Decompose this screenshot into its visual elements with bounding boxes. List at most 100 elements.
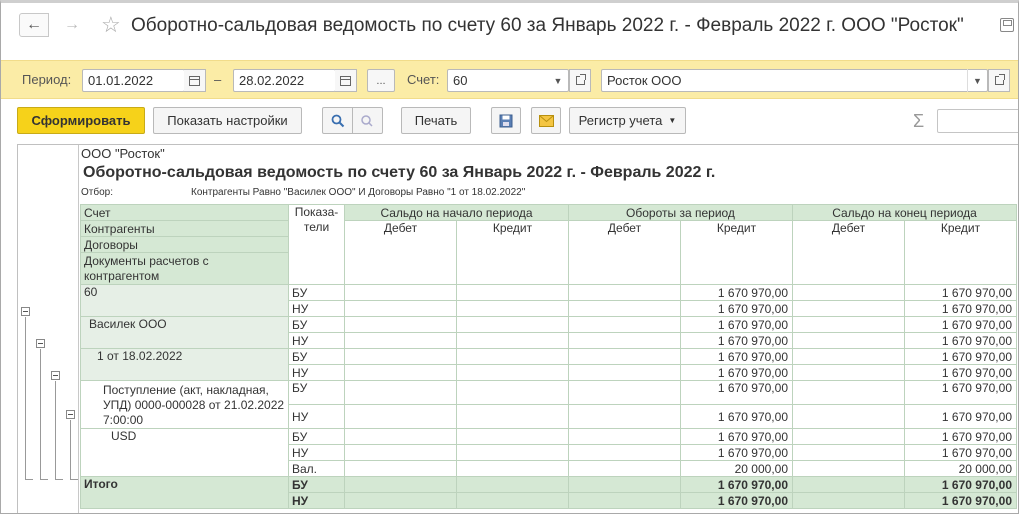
- account-open-button[interactable]: [569, 69, 591, 92]
- cell-turnover-credit: 1 670 970,00: [680, 404, 793, 429]
- row-indicator: БУ: [288, 316, 345, 333]
- search-clear-button[interactable]: [352, 107, 383, 134]
- favorite-star-icon[interactable]: ☆: [101, 12, 121, 38]
- cell-opening-credit: [456, 332, 569, 349]
- row-contract: 1 от 18.02.2022: [80, 348, 289, 381]
- cell-turnover-credit: 1 670 970,00: [680, 348, 793, 365]
- cell-opening-credit: [456, 380, 569, 405]
- back-button[interactable]: ←: [19, 13, 49, 37]
- show-settings-button[interactable]: Показать настройки: [153, 107, 302, 134]
- header-account: Счет: [80, 204, 289, 221]
- period-select-button[interactable]: ...: [367, 69, 395, 92]
- cell-opening-debit: [344, 460, 457, 477]
- print-button[interactable]: Печать: [401, 107, 471, 134]
- header-closing-credit: Кредит: [904, 220, 1017, 285]
- header-indicators: Показа-тели: [288, 204, 345, 285]
- floppy-icon: [499, 114, 513, 127]
- cell-closing-debit: [792, 428, 905, 445]
- cell-turnover-credit: 1 670 970,00: [680, 476, 793, 493]
- cell-closing-credit: 1 670 970,00: [904, 380, 1017, 405]
- date-to-calendar-button[interactable]: [335, 69, 357, 92]
- tree-line: [25, 479, 33, 480]
- filter-panel: Период: 01.01.2022 – 28.02.2022 ... Счет…: [1, 60, 1018, 99]
- row-indicator: НУ: [288, 404, 345, 429]
- cell-opening-debit: [344, 404, 457, 429]
- cell-turnover-debit: [568, 444, 681, 461]
- cell-turnover-debit: [568, 476, 681, 493]
- cell-closing-credit: 1 670 970,00: [904, 364, 1017, 381]
- calendar-icon: [189, 75, 200, 86]
- header-counterparties: Контрагенты: [80, 220, 289, 237]
- collapse-level4-icon[interactable]: [66, 410, 75, 419]
- report-organization: ООО "Росток": [81, 146, 165, 161]
- header-contracts: Договоры: [80, 236, 289, 253]
- organization-input[interactable]: Росток ООО: [601, 69, 988, 92]
- date-to-input[interactable]: 28.02.2022: [233, 69, 336, 92]
- save-button[interactable]: [491, 107, 521, 134]
- cell-closing-debit: [792, 300, 905, 317]
- cell-turnover-debit: [568, 300, 681, 317]
- tree-line: [70, 479, 78, 480]
- cell-opening-credit: [456, 300, 569, 317]
- cell-turnover-debit: [568, 380, 681, 405]
- cell-closing-credit: 1 670 970,00: [904, 316, 1017, 333]
- cell-closing-credit: 1 670 970,00: [904, 444, 1017, 461]
- cell-turnover-debit: [568, 364, 681, 381]
- sum-field[interactable]: [937, 109, 1018, 133]
- cell-opening-credit: [456, 428, 569, 445]
- cell-opening-credit: [456, 316, 569, 333]
- organization-dropdown-button[interactable]: ▼: [967, 69, 987, 92]
- send-email-button[interactable]: [531, 107, 561, 134]
- save-icon[interactable]: [1000, 18, 1014, 32]
- header-turnover-debit: Дебет: [568, 220, 681, 285]
- header-opening-balance: Сальдо на начало периода: [344, 204, 569, 221]
- arrow-right-icon: →: [64, 16, 80, 33]
- page-title: Оборотно-сальдовая ведомость по счету 60…: [131, 15, 964, 36]
- cell-closing-credit: 1 670 970,00: [904, 284, 1017, 301]
- osv-table: Счет Показа-тели Сальдо на начало период…: [80, 204, 1017, 509]
- row-indicator: БУ: [288, 428, 345, 445]
- cell-opening-credit: [456, 460, 569, 477]
- account-label: Счет:: [407, 72, 440, 87]
- generate-button[interactable]: Сформировать: [17, 107, 145, 134]
- cell-closing-credit: 1 670 970,00: [904, 404, 1017, 429]
- row-indicator: НУ: [288, 492, 345, 509]
- cell-opening-credit: [456, 476, 569, 493]
- header-closing-balance: Сальдо на конец периода: [792, 204, 1017, 221]
- cell-closing-debit: [792, 316, 905, 333]
- cell-opening-credit: [456, 492, 569, 509]
- cell-closing-debit: [792, 284, 905, 301]
- cell-opening-debit: [344, 316, 457, 333]
- envelope-icon: [538, 114, 554, 127]
- accounting-register-button[interactable]: Регистр учета ▼: [569, 107, 686, 134]
- cell-turnover-debit: [568, 460, 681, 477]
- row-document: Поступление (акт, накладная, УПД) 0000-0…: [80, 380, 289, 429]
- cell-closing-debit: [792, 364, 905, 381]
- row-indicator: БУ: [288, 348, 345, 365]
- tree-line: [70, 420, 71, 480]
- open-icon: [994, 74, 1005, 85]
- organization-open-button[interactable]: [988, 69, 1010, 92]
- date-from-calendar-button[interactable]: [184, 69, 206, 92]
- collapse-level1-icon[interactable]: [21, 307, 30, 316]
- tree-line: [40, 479, 48, 480]
- account-dropdown-button[interactable]: ▼: [548, 69, 568, 92]
- tree-line: [40, 349, 41, 480]
- search-button[interactable]: [322, 107, 353, 134]
- date-from-input[interactable]: 01.01.2022: [82, 69, 185, 92]
- cell-opening-debit: [344, 380, 457, 405]
- cell-turnover-debit: [568, 332, 681, 349]
- search-cancel-icon: [360, 114, 373, 127]
- cell-opening-debit: [344, 300, 457, 317]
- arrow-left-icon: ←: [26, 16, 42, 33]
- cell-closing-credit: 1 670 970,00: [904, 348, 1017, 365]
- header-turnover: Обороты за период: [568, 204, 793, 221]
- collapse-level2-icon[interactable]: [36, 339, 45, 348]
- collapse-level3-icon[interactable]: [51, 371, 60, 380]
- forward-button[interactable]: →: [57, 13, 87, 37]
- row-indicator: НУ: [288, 444, 345, 461]
- cell-opening-debit: [344, 348, 457, 365]
- cell-closing-debit: [792, 332, 905, 349]
- cell-closing-credit: 1 670 970,00: [904, 476, 1017, 493]
- cell-opening-credit: [456, 348, 569, 365]
